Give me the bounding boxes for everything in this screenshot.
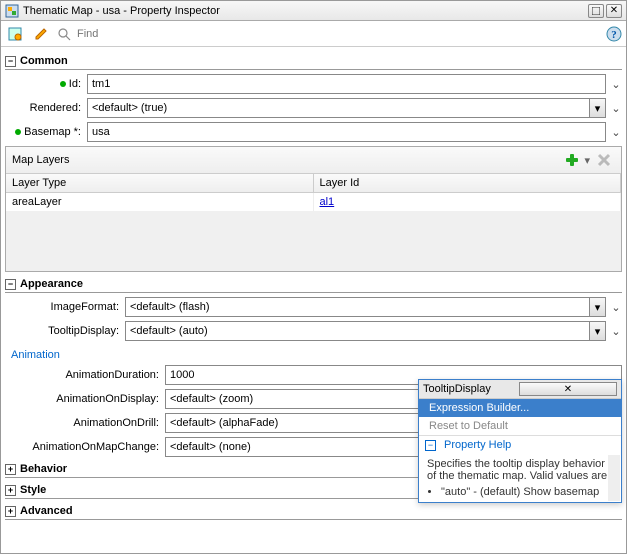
collapse-icon: −	[5, 56, 16, 67]
close-button[interactable]: ✕	[606, 4, 622, 18]
expand-icon: +	[5, 485, 16, 496]
row-tooltipdisplay: TooltipDisplay: <default> (auto) ▾ ⌄	[5, 321, 622, 341]
table-row[interactable]: areaLayer al1	[6, 193, 621, 211]
scrollbar[interactable]	[608, 455, 620, 501]
dropdown-arrow-icon[interactable]: ▾	[589, 322, 605, 340]
add-dropdown-arrow[interactable]: ▾	[584, 154, 590, 167]
add-layer-button[interactable]	[561, 150, 583, 170]
chevron-down-icon[interactable]: ⌄	[610, 78, 622, 91]
tooltipdisplay-select[interactable]: <default> (auto) ▾	[125, 321, 606, 341]
expand-icon: +	[5, 464, 16, 475]
dropdown-arrow-icon[interactable]: ▾	[589, 99, 605, 117]
map-layers-title: Map Layers	[12, 154, 559, 166]
app-icon	[5, 4, 19, 18]
chevron-down-icon[interactable]: ⌄	[610, 301, 622, 314]
find-box[interactable]	[57, 27, 600, 41]
label-animationondrill: AnimationOnDrill:	[73, 417, 159, 429]
label-basemap: Basemap *:	[24, 126, 81, 138]
row-imageformat: ImageFormat: <default> (flash) ▾ ⌄	[5, 297, 622, 317]
modified-indicator	[15, 129, 21, 135]
label-animationduration: AnimationDuration:	[65, 369, 159, 381]
imageformat-select[interactable]: <default> (flash) ▾	[125, 297, 606, 317]
basemap-input[interactable]: usa	[87, 122, 606, 142]
tooltip-display-popup: TooltipDisplay ✕ Expression Builder... R…	[418, 379, 622, 503]
row-id: Id: tm1 ⌄	[5, 74, 622, 94]
id-input[interactable]: tm1	[87, 74, 606, 94]
label-id: Id:	[69, 78, 81, 90]
chevron-down-icon[interactable]: ⌄	[610, 102, 622, 115]
section-advanced-title: Advanced	[20, 505, 73, 517]
menu-item-expression-builder[interactable]: Expression Builder...	[419, 399, 621, 417]
popup-help-header[interactable]: − Property Help	[419, 435, 621, 454]
label-animationonmapchange: AnimationOnMapChange:	[32, 441, 159, 453]
row-rendered: Rendered: <default> (true) ▾ ⌄	[5, 98, 622, 118]
cell-layer-type: areaLayer	[6, 193, 314, 211]
popup-title-text: TooltipDisplay	[423, 383, 519, 395]
search-icon	[57, 27, 71, 41]
map-layers-panel: Map Layers ▾ Layer Type Layer Id areaLay…	[5, 146, 622, 272]
rendered-select[interactable]: <default> (true) ▾	[87, 98, 606, 118]
animation-subsection-title: Animation	[11, 349, 622, 361]
col-layer-id[interactable]: Layer Id	[314, 174, 622, 192]
section-common-title: Common	[20, 55, 68, 67]
chevron-down-icon[interactable]: ⌄	[610, 126, 622, 139]
chevron-down-icon[interactable]: ⌄	[610, 325, 622, 338]
map-layers-table: Layer Type Layer Id areaLayer al1	[6, 174, 621, 211]
maximize-button[interactable]	[588, 4, 604, 18]
section-common-header[interactable]: − Common	[5, 53, 622, 70]
collapse-icon: −	[5, 279, 16, 290]
label-imageformat: ImageFormat:	[51, 301, 119, 313]
delete-layer-button[interactable]	[593, 150, 615, 170]
section-advanced-header[interactable]: + Advanced	[5, 503, 622, 520]
expand-icon: +	[5, 506, 16, 517]
popup-close-button[interactable]: ✕	[519, 382, 617, 396]
help-bullet: "auto" - (default) Show basemap	[441, 486, 613, 498]
freeze-view-button[interactable]	[5, 24, 25, 44]
label-rendered: Rendered:	[30, 102, 81, 114]
toolbar: ?	[1, 21, 626, 47]
section-appearance-title: Appearance	[20, 278, 83, 290]
edit-button[interactable]	[31, 24, 51, 44]
section-style-title: Style	[20, 484, 46, 496]
titlebar: Thematic Map - usa - Property Inspector …	[1, 1, 626, 21]
section-behavior-title: Behavior	[20, 463, 67, 475]
modified-indicator	[60, 81, 66, 87]
window-title: Thematic Map - usa - Property Inspector	[23, 5, 586, 17]
section-appearance-header[interactable]: − Appearance	[5, 276, 622, 293]
collapse-icon: −	[425, 440, 436, 451]
help-button[interactable]: ?	[606, 26, 622, 42]
menu-item-reset-default[interactable]: Reset to Default	[419, 417, 621, 435]
row-basemap: Basemap *: usa ⌄	[5, 122, 622, 142]
label-animationondisplay: AnimationOnDisplay:	[56, 393, 159, 405]
layer-id-link[interactable]: al1	[320, 196, 335, 208]
svg-text:?: ?	[611, 29, 617, 41]
label-tooltipdisplay: TooltipDisplay:	[48, 325, 119, 337]
popup-help-body: Specifies the tooltip display behavior o…	[419, 454, 621, 502]
popup-titlebar: TooltipDisplay ✕	[419, 380, 621, 399]
col-layer-type[interactable]: Layer Type	[6, 174, 314, 192]
find-input[interactable]	[75, 27, 175, 41]
dropdown-arrow-icon[interactable]: ▾	[589, 298, 605, 316]
